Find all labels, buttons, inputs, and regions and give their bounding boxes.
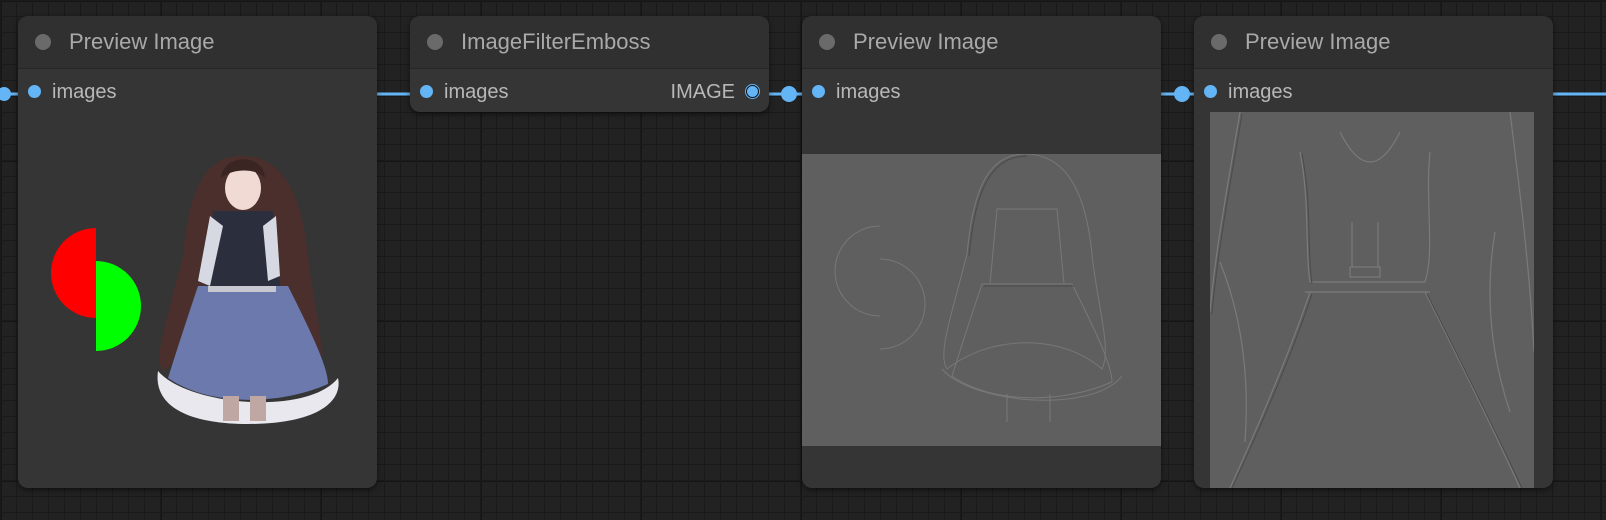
original-image-picture — [51, 155, 339, 424]
preview-image-node-3[interactable]: Preview Image images — [1194, 16, 1553, 488]
preview-image-node-1[interactable]: Preview Image images — [18, 16, 377, 488]
input-slot-label: images — [444, 81, 509, 103]
input-connector-icon[interactable] — [1204, 85, 1217, 98]
collapse-toggle-icon[interactable] — [819, 34, 835, 50]
preview-image-node-2[interactable]: Preview Image images — [802, 16, 1161, 488]
node-title: ImageFilterEmboss — [461, 29, 651, 54]
link-midpoint-2 — [1174, 86, 1190, 102]
node-title-bar[interactable]: Preview Image — [1194, 16, 1553, 69]
image-preview-embossed[interactable] — [802, 153, 1161, 446]
node-title: Preview Image — [69, 29, 215, 54]
node-title-bar[interactable]: Preview Image — [802, 16, 1161, 69]
collapse-toggle-icon[interactable] — [427, 34, 443, 50]
collapse-toggle-icon[interactable] — [1211, 34, 1227, 50]
node-title-bar[interactable]: Preview Image — [18, 16, 377, 69]
embossed-closeup-picture — [1209, 111, 1535, 488]
node-title: Preview Image — [1245, 29, 1391, 54]
input-slot-label: images — [836, 81, 901, 103]
link-endpoint-left — [0, 87, 11, 101]
output-slot-label: IMAGE — [670, 81, 735, 103]
node-title: Preview Image — [853, 29, 999, 54]
image-preview-original[interactable] — [18, 116, 377, 488]
image-filter-emboss-node[interactable]: ImageFilterEmboss images IMAGE — [410, 16, 769, 112]
input-connector-icon[interactable] — [28, 85, 41, 98]
embossed-image-picture — [834, 153, 1123, 422]
input-slot-label: images — [52, 81, 117, 103]
input-slot-images[interactable]: images — [802, 69, 1161, 113]
input-slot-images[interactable]: images — [18, 69, 377, 113]
link-midpoint-1 — [781, 86, 797, 102]
image-preview-embossed-closeup[interactable] — [1209, 111, 1535, 488]
input-connector-icon[interactable] — [420, 85, 433, 98]
node-title-bar[interactable]: ImageFilterEmboss — [410, 16, 769, 69]
input-connector-icon[interactable] — [812, 85, 825, 98]
input-slot-label: images — [1228, 81, 1293, 103]
input-slot-images[interactable]: images — [1194, 69, 1553, 113]
collapse-toggle-icon[interactable] — [35, 34, 51, 50]
io-slot-row: images IMAGE — [410, 69, 769, 112]
output-connector-icon[interactable] — [746, 85, 759, 98]
